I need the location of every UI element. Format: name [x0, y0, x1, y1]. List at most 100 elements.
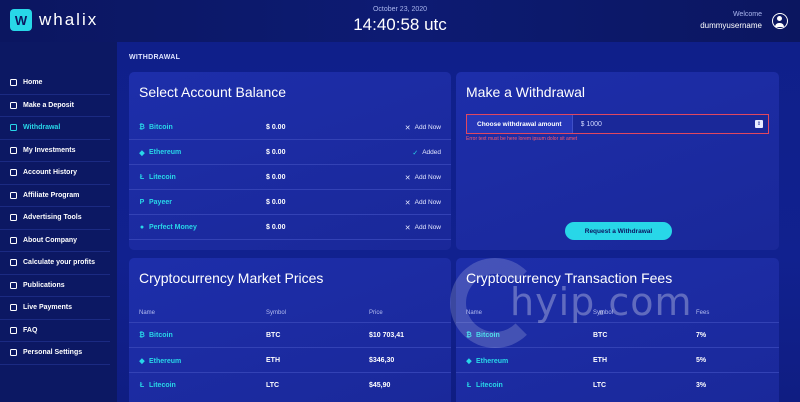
question-icon — [10, 326, 17, 334]
sidebar-item-label: About Company — [23, 236, 78, 244]
sidebar-item-affiliate-program[interactable]: Affiliate Program — [0, 185, 110, 207]
table-row: Ł Litecoin LTC 3% — [456, 372, 779, 397]
coin-symbol: LTC — [593, 382, 607, 389]
withdraw-amount-label: Choose withdrawal amount — [467, 115, 573, 133]
bitcoin-icon: ₿ — [139, 124, 145, 131]
balance-row[interactable]: Ł Litecoin $ 0.00 ✕ Add Now — [129, 166, 451, 190]
coin-fee: 3% — [696, 382, 707, 389]
coin-price: $346,30 — [369, 357, 395, 364]
coin-symbol: BTC — [593, 332, 608, 339]
transaction-fees-header: Name Symbol Fees — [456, 308, 779, 322]
sidebar-item-label: Affiliate Program — [23, 191, 80, 199]
coin-name: ₿ Bitcoin — [139, 124, 173, 131]
sidebar-item-publications[interactable]: Publications — [0, 275, 110, 297]
wallet-icon — [10, 124, 17, 132]
sidebar-item-my-investments[interactable]: My Investments — [0, 140, 110, 162]
add-now-button[interactable]: ✕ Add Now — [405, 199, 441, 207]
add-now-button[interactable]: ✕ Add Now — [405, 174, 441, 182]
coin-label: Ethereum — [149, 357, 182, 365]
table-row: ◆ Ethereum ETH 5% — [456, 347, 779, 372]
balance-row[interactable]: P Payeer $ 0.00 ✕ Add Now — [129, 191, 451, 215]
withdraw-amount-field: Choose withdrawal amount ⇕ — [466, 114, 769, 134]
table-row: ₿ Bitcoin BTC 7% — [456, 322, 779, 347]
chart-icon — [10, 146, 17, 154]
added-status: ✓ Added — [412, 149, 441, 157]
close-icon: ✕ — [404, 224, 411, 232]
action-label: Add Now — [414, 199, 441, 206]
sidebar-item-label: Personal Settings — [23, 349, 83, 357]
sidebar-item-label: My Investments — [23, 146, 76, 154]
balance-amount: $ 0.00 — [266, 199, 286, 206]
withdraw-panel: Make a Withdrawal Choose withdrawal amou… — [456, 72, 779, 250]
coin-label: Perfect Money — [149, 224, 197, 231]
sidebar-item-label: Withdrawal — [23, 124, 61, 132]
litecoin-icon: Ł — [139, 382, 145, 389]
sidebar-item-live-payments[interactable]: Live Payments — [0, 297, 110, 320]
column-header-name: Name — [139, 310, 156, 316]
column-header-fees: Fees — [696, 310, 710, 316]
column-header-price: Price — [369, 310, 383, 316]
sidebar-item-about-company[interactable]: About Company — [0, 230, 110, 252]
affiliate-icon — [10, 191, 17, 199]
ethereum-icon: ◆ — [466, 358, 472, 365]
action-label: Add Now — [414, 174, 441, 181]
ethereum-icon: ◆ — [139, 358, 145, 365]
balance-amount: $ 0.00 — [266, 149, 286, 156]
sidebar-item-faq[interactable]: FAQ — [0, 320, 110, 342]
user-welcome: Welcome dummyusername — [700, 11, 762, 30]
coin-name: P Payeer — [139, 199, 172, 206]
coin-name: Ł Litecoin — [139, 174, 176, 181]
column-header-name: Name — [466, 310, 483, 316]
amount-stepper-icon[interactable]: ⇕ — [755, 120, 763, 128]
payeer-icon: P — [139, 199, 145, 206]
request-withdrawal-button[interactable]: Request a Withdrawal — [565, 222, 672, 240]
top-bar: W whalix October 23, 2020 14:40:58 utc W… — [0, 0, 800, 42]
sidebar: Home Make a Deposit Withdrawal My Investmen… — [0, 42, 117, 402]
sidebar-item-advertising-tools[interactable]: Advertising Tools — [0, 207, 110, 230]
column-header-symbol: Symbol — [266, 310, 287, 316]
page-title: WITHDRAWAL — [129, 54, 181, 61]
coin-symbol: LTC — [266, 382, 280, 389]
calculator-icon — [10, 259, 17, 267]
ethereum-icon: ◆ — [139, 149, 145, 157]
balance-row[interactable]: ₿ Bitcoin $ 0.00 ✕ Add Now — [129, 116, 451, 140]
perfect-money-icon: ● — [139, 224, 145, 231]
table-row: ₿ Bitcoin BTC $10 703,41 — [129, 322, 451, 347]
add-now-button[interactable]: ✕ Add Now — [405, 224, 441, 232]
coin-name: Ł Litecoin — [466, 382, 503, 389]
bitcoin-icon: ₿ — [139, 332, 145, 339]
sidebar-item-account-history[interactable]: Account History — [0, 162, 110, 185]
sidebar-item-make-a-deposit[interactable]: Make a Deposit — [0, 95, 110, 117]
transaction-fees-title: Cryptocurrency Transaction Fees — [466, 270, 673, 286]
sidebar-item-calculate-your-profits[interactable]: Calculate your profits — [0, 252, 110, 275]
sidebar-item-label: Account History — [23, 169, 78, 177]
coin-name: ◆ Ethereum — [139, 149, 181, 157]
withdraw-panel-title: Make a Withdrawal — [466, 84, 586, 100]
balance-amount: $ 0.00 — [266, 174, 286, 181]
coin-label: Litecoin — [476, 382, 503, 389]
coin-name: ● Perfect Money — [139, 224, 197, 231]
coin-label: Bitcoin — [476, 332, 500, 339]
coin-label: Litecoin — [149, 174, 176, 181]
user-avatar-icon[interactable] — [772, 13, 788, 29]
coin-label: Ethereum — [476, 357, 509, 365]
withdraw-amount-input[interactable] — [572, 120, 755, 128]
coin-label: Bitcoin — [149, 332, 173, 339]
gear-icon — [10, 349, 17, 357]
document-icon — [10, 281, 17, 289]
add-now-button[interactable]: ✕ Add Now — [405, 124, 441, 132]
sidebar-item-withdrawal[interactable]: Withdrawal — [0, 117, 110, 140]
action-label: Add Now — [414, 124, 441, 131]
market-prices-title: Cryptocurrency Market Prices — [139, 270, 324, 286]
sidebar-item-label: Live Payments — [23, 304, 73, 312]
sidebar-item-personal-settings[interactable]: Personal Settings — [0, 342, 110, 365]
balance-row[interactable]: ◆ Ethereum $ 0.00 ✓ Added — [129, 141, 451, 165]
payments-icon — [10, 304, 17, 312]
sidebar-item-label: Publications — [23, 281, 65, 289]
balance-row[interactable]: ● Perfect Money $ 0.00 ✕ Add Now — [129, 216, 451, 240]
home-icon — [10, 79, 17, 87]
username: dummyusername — [700, 21, 762, 30]
sidebar-item-home[interactable]: Home — [0, 72, 110, 95]
coin-price: $10 703,41 — [369, 332, 405, 339]
table-row: ◆ Ethereum ETH $346,30 — [129, 347, 451, 372]
